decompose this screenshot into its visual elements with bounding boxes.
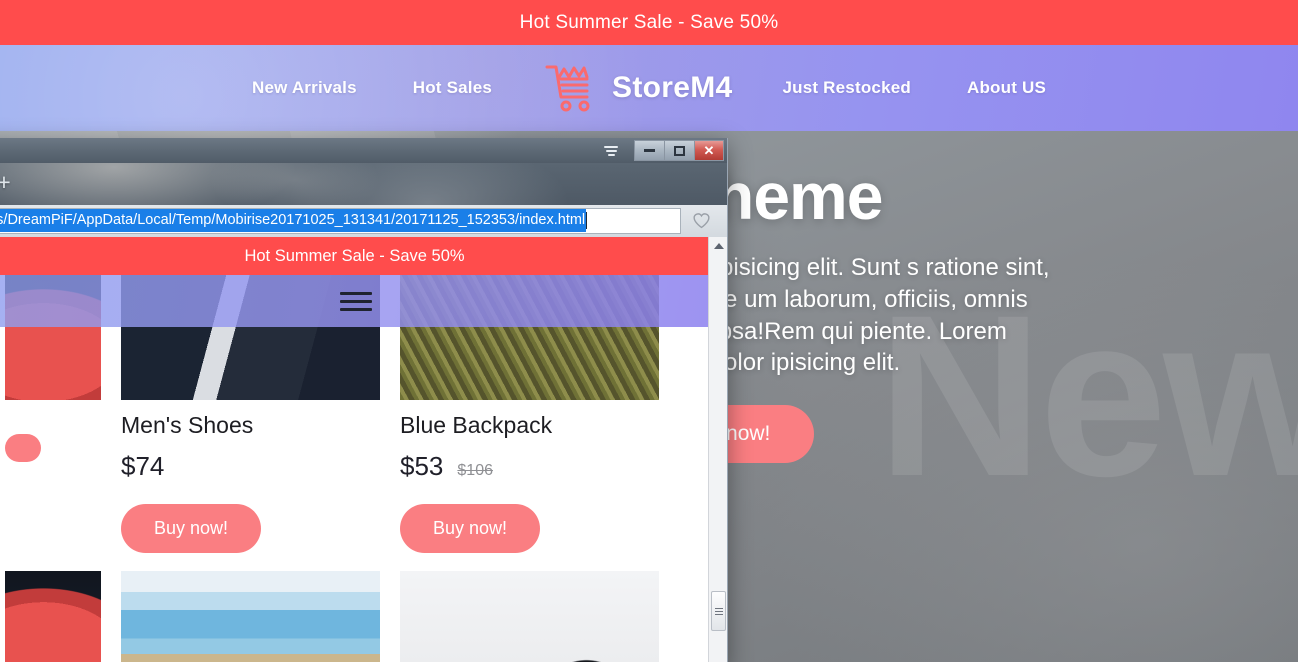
product-row-2 [1, 571, 708, 662]
product-title: Blue Backpack [400, 412, 553, 438]
product-grid: Men's Shoes $74 Buy now! Blue Backpack $… [0, 275, 708, 662]
promo-banner-text: Hot Summer Sale - Save 50% [519, 11, 779, 33]
shopping-cart-icon [542, 57, 600, 120]
scroll-thumb[interactable] [711, 591, 726, 631]
window-controls: ✕ [634, 140, 724, 161]
promo-banner: Hot Summer Sale - Save 50% [0, 0, 1298, 45]
scroll-up-arrow[interactable] [709, 237, 727, 255]
new-tab-button[interactable]: + [0, 171, 15, 194]
embedded-page: Hot Summer Sale - Save 50% Men's Shoes $… [0, 237, 708, 662]
product-card[interactable] [117, 571, 396, 662]
product-image [5, 571, 101, 662]
nav-item-hot-sales[interactable]: Hot Sales [385, 78, 520, 98]
screen: Hot Summer Sale - Save 50% New Arrivals … [0, 0, 1298, 662]
product-price: $53 [400, 451, 444, 481]
product-card[interactable] [396, 571, 675, 662]
browser-tabstrip: + [0, 163, 727, 205]
browser-titlebar[interactable]: ✕ [0, 138, 727, 163]
nav-item-about-us[interactable]: About US [939, 78, 1074, 98]
main-navigation: New Arrivals Hot Sales StoreM4 Just Rest… [0, 45, 1298, 131]
nav-item-new-arrivals[interactable]: New Arrivals [224, 78, 385, 98]
browser-toolbar: /C:/Users/DreamPiF/AppData/Local/Temp/Mo… [0, 205, 727, 237]
text-caret [586, 212, 588, 229]
heart-icon[interactable] [681, 212, 721, 229]
brand-name: StoreM4 [612, 71, 733, 104]
buy-now-button[interactable]: Buy now! [121, 504, 262, 553]
close-button[interactable]: ✕ [694, 140, 724, 161]
browser-viewport: Hot Summer Sale - Save 50% Men's Shoes $… [0, 237, 727, 662]
maximize-button[interactable] [664, 140, 694, 161]
vertical-scrollbar[interactable] [708, 237, 727, 662]
product-image [121, 571, 380, 662]
brand-logo[interactable]: StoreM4 [520, 57, 754, 120]
browser-window: ✕ + /C:/Users/DreamPiF/AppData/Local/Tem… [0, 138, 728, 662]
product-title: Men's Shoes [121, 412, 254, 438]
product-image [400, 571, 659, 662]
buy-now-button[interactable]: Buy now! [400, 504, 541, 553]
nav-item-just-restocked[interactable]: Just Restocked [755, 78, 939, 98]
hamburger-menu-icon[interactable] [339, 291, 372, 311]
embedded-promo-text: Hot Summer Sale - Save 50% [244, 246, 465, 265]
product-price: $74 [121, 451, 165, 481]
product-old-price: $106 [457, 462, 493, 479]
embedded-navbar [0, 275, 708, 327]
product-card[interactable] [1, 571, 117, 662]
buy-now-button[interactable] [5, 434, 41, 462]
address-bar-url[interactable]: /C:/Users/DreamPiF/AppData/Local/Temp/Mo… [0, 209, 587, 232]
embedded-promo-banner: Hot Summer Sale - Save 50% [0, 237, 708, 275]
minimize-button[interactable] [634, 140, 664, 161]
hamburger-menu-icon[interactable] [598, 140, 624, 162]
address-bar[interactable]: /C:/Users/DreamPiF/AppData/Local/Temp/Mo… [0, 207, 681, 234]
